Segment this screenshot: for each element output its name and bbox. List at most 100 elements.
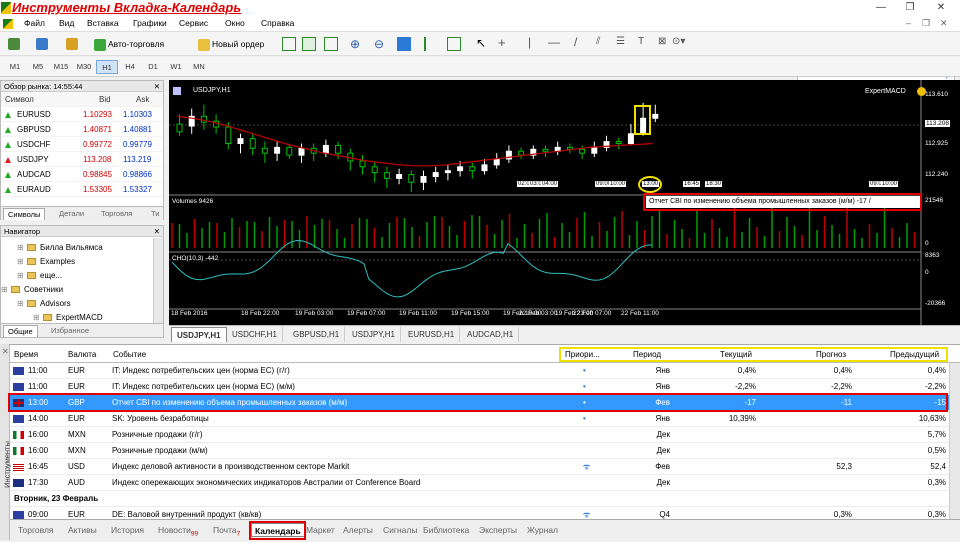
toolbox-tab[interactable]: Новости99 — [158, 523, 198, 538]
tab-ticks[interactable]: Ти — [147, 208, 163, 220]
toolbox-tab[interactable]: Эксперты — [479, 523, 517, 537]
tf-m5[interactable]: M5 — [27, 60, 49, 74]
market-watch-row[interactable]: USDJPY 113.208 113.219 — [1, 152, 163, 167]
minimize-button[interactable]: — — [870, 1, 892, 15]
new-order-button[interactable]: Новый ордер — [198, 36, 264, 52]
chart-shift-icon[interactable] — [447, 37, 461, 51]
navigator-item[interactable]: ⊞ Билла Вильямса — [1, 241, 163, 255]
fibo-icon[interactable]: ☰ — [616, 36, 625, 47]
toolbox-tab[interactable]: Журнал — [527, 523, 558, 537]
vertical-line-icon[interactable]: | — [528, 35, 531, 49]
navigator-item[interactable]: ⊞ еще... — [1, 269, 163, 283]
tf-w1[interactable]: W1 — [165, 60, 187, 74]
tf-h1[interactable]: H1 — [96, 60, 118, 74]
new-chart-icon[interactable] — [8, 38, 20, 50]
col-symbol[interactable]: Символ — [5, 92, 34, 107]
toolbox-tab[interactable]: Активы — [68, 523, 97, 537]
event-time-mark[interactable]: 04:00 — [541, 181, 559, 187]
tab-favorites[interactable]: Избранное — [47, 325, 93, 337]
tree-expander-icon[interactable]: ⊞ — [17, 255, 24, 269]
autotrade-button[interactable]: Авто-торговля — [94, 36, 164, 52]
col-ask[interactable]: Ask — [136, 92, 149, 107]
menu-window[interactable]: Окно — [225, 18, 245, 28]
chart-tab-usdchf[interactable]: USDCHF,H1 — [227, 327, 283, 342]
col-event[interactable]: Событие — [113, 350, 146, 359]
candle-chart-icon[interactable] — [302, 37, 316, 51]
label-icon[interactable]: ⊠ — [658, 36, 666, 47]
navigator-scrollbar[interactable] — [153, 238, 163, 324]
bar-chart-icon[interactable] — [282, 37, 296, 51]
tree-expander-icon[interactable]: ⊞ — [17, 297, 24, 311]
market-watch-close-icon[interactable]: ✕ — [154, 81, 160, 92]
col-currency[interactable]: Валюта — [68, 350, 96, 359]
mdi-minimize-icon[interactable]: – — [906, 18, 911, 28]
tf-mn[interactable]: MN — [188, 60, 210, 74]
market-watch-row[interactable]: EURUSD 1.10293 1.10303 — [1, 107, 163, 122]
chart-tab-usdjpy-2[interactable]: USDJPY,H1 — [347, 327, 401, 342]
event-time-mark[interactable]: 10:00 — [609, 181, 627, 187]
tab-symbols[interactable]: Символы — [3, 208, 46, 220]
toolbox-tab[interactable]: История — [111, 523, 144, 537]
calendar-scrollbar[interactable] — [949, 363, 960, 519]
profiles-icon[interactable] — [36, 38, 48, 50]
line-chart-icon[interactable] — [324, 37, 338, 51]
toolbox-tab[interactable]: Торговля — [18, 523, 54, 537]
tf-d1[interactable]: D1 — [142, 60, 164, 74]
toolbox-tab[interactable]: Библиотека — [423, 523, 469, 537]
event-time-mark[interactable]: 18:30 — [705, 181, 723, 187]
trendline-icon[interactable]: / — [574, 35, 577, 49]
zoom-in-icon[interactable]: ⊕ — [350, 37, 360, 51]
toolbox-tab[interactable]: Почта7 — [213, 523, 240, 538]
menu-file[interactable]: Файл — [24, 18, 45, 28]
calendar-row[interactable]: 11:00 EUR IT: Индекс потребительских цен (… — [10, 363, 960, 379]
tab-general[interactable]: Общие — [3, 325, 38, 337]
tree-expander-icon[interactable]: ⊞ — [17, 241, 24, 255]
toolbox-close-icon[interactable]: ✕ — [2, 347, 9, 356]
close-button[interactable]: ✕ — [930, 1, 952, 15]
calendar-row[interactable]: 16:00 MXN Розничные продажи (г/г) Дек 5,7% — [10, 427, 960, 443]
toolbox-tab[interactable]: Алерты — [343, 523, 373, 537]
menu-charts[interactable]: Графики — [133, 18, 167, 28]
toolbox-tab[interactable]: Сигналы — [383, 523, 417, 537]
maximize-button[interactable]: ❐ — [899, 1, 921, 15]
autoscroll-icon[interactable] — [424, 37, 438, 51]
tf-m15[interactable]: M15 — [50, 60, 72, 74]
event-time-mark[interactable]: 16:45 — [683, 181, 701, 187]
navigator-item[interactable]: ⊞ Советники — [1, 283, 163, 297]
chart-tab-audcad[interactable]: AUDCAD,H1 — [462, 327, 520, 342]
crosshair-icon[interactable]: + — [498, 35, 506, 50]
tree-expander-icon[interactable]: ⊞ — [17, 269, 24, 283]
calendar-row[interactable]: 16:45 USD Индекс деловой активности в прои… — [10, 459, 960, 475]
tab-trading[interactable]: Торговля — [97, 208, 136, 220]
market-watch-row[interactable]: USDCHF 0.99772 0.99779 — [1, 137, 163, 152]
event-time-mark[interactable]: 10:00 — [881, 181, 899, 187]
cursor-icon[interactable]: ↖ — [476, 36, 486, 50]
calendar-row[interactable]: 17:30 AUD Индекс опережающих экономических… — [10, 475, 960, 491]
text-icon[interactable]: T — [638, 36, 644, 47]
tf-h4[interactable]: H4 — [119, 60, 141, 74]
menu-help[interactable]: Справка — [261, 18, 294, 28]
chart-window[interactable]: USDJPY,H1 ExpertMACD Volumes 9426 CHO(10… — [169, 80, 960, 325]
tf-m1[interactable]: M1 — [4, 60, 26, 74]
calendar-row[interactable]: 16:00 MXN Розничные продажи (м/м) Дек 0,5% — [10, 443, 960, 459]
mdi-close-icon[interactable]: ✕ — [940, 18, 948, 29]
tf-m30[interactable]: M30 — [73, 60, 95, 74]
channel-icon[interactable]: ⫽ — [596, 36, 600, 47]
calendar-row[interactable]: 14:00 EUR SK: Уровень безработицы • Янв 10,39… — [10, 411, 960, 427]
chart-tab-eurusd[interactable]: EURUSD,H1 — [403, 327, 461, 342]
market-watch-row[interactable]: EURAUD 1.53305 1.53327 — [1, 182, 163, 197]
col-bid[interactable]: Bid — [99, 92, 111, 107]
arrows-dropdown-icon[interactable]: ⊙▾ — [672, 36, 685, 47]
menu-tools[interactable]: Сервис — [179, 18, 208, 28]
market-watch-row[interactable]: GBPUSD 1.40871 1.40881 — [1, 122, 163, 137]
toolbox-tab[interactable]: Маркет — [306, 523, 335, 537]
market-watch-row[interactable]: AUDCAD 0.98845 0.98866 — [1, 167, 163, 182]
horizontal-line-icon[interactable]: — — [548, 35, 560, 49]
tab-details[interactable]: Детали — [55, 208, 88, 220]
navigator-item[interactable]: ⊞ Examples — [1, 255, 163, 269]
zoom-out-icon[interactable]: ⊖ — [374, 37, 384, 51]
navigator-close-icon[interactable]: ✕ — [154, 226, 160, 237]
market-watch-icon[interactable] — [66, 38, 78, 50]
chart-tab-usdjpy[interactable]: USDJPY,H1 — [171, 327, 227, 342]
navigator-item[interactable]: ⊞ Advisors — [1, 297, 163, 311]
